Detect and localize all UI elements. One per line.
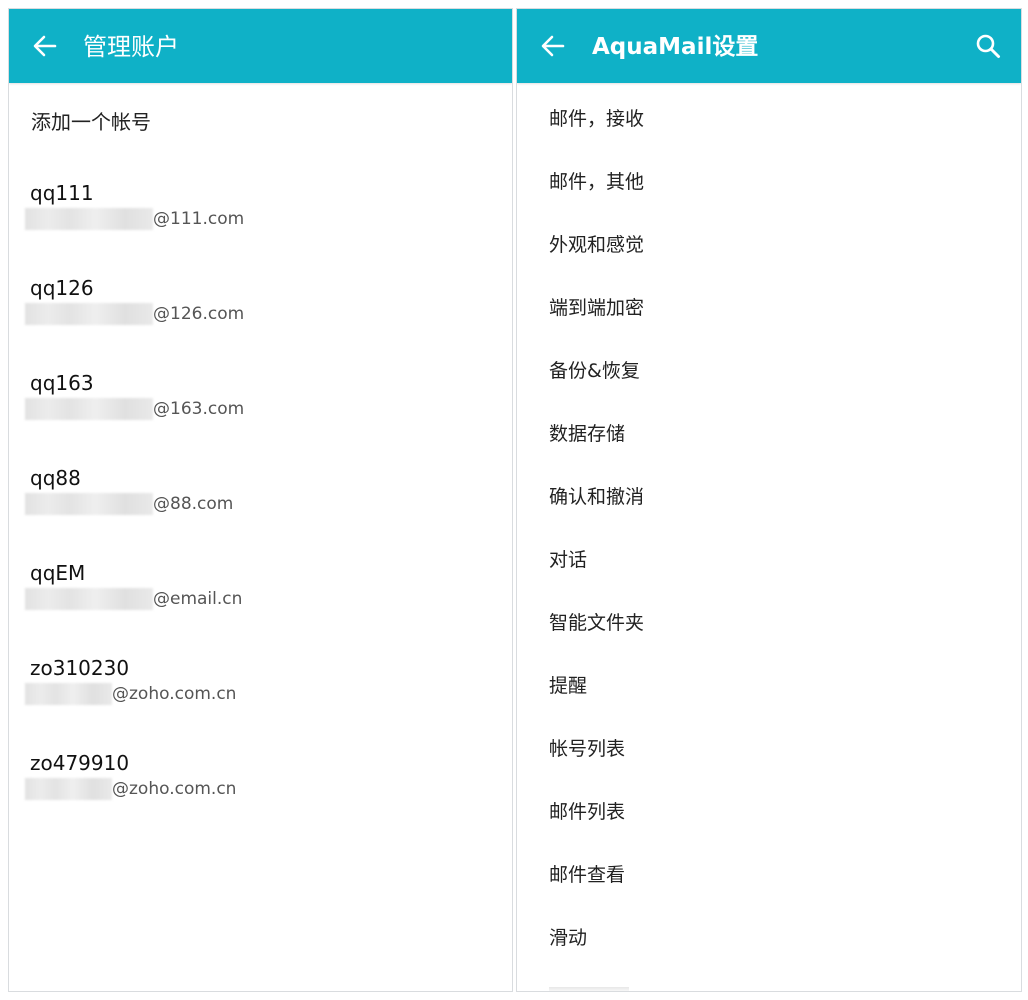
account-name: qq163 xyxy=(30,371,94,395)
account-name: qq126 xyxy=(30,276,94,300)
arrow-left-icon[interactable] xyxy=(31,32,59,60)
settings-item-look-and-feel[interactable]: 外观和感觉 xyxy=(549,225,644,265)
redacted-username xyxy=(25,778,112,800)
aquamail-settings-panel: AquaMail设置 邮件，接收 邮件，其他 外观和感觉 端到端加密 备份&恢复… xyxy=(516,8,1022,992)
redacted-username xyxy=(25,493,153,515)
manage-accounts-panel: 管理账户 添加一个帐号 qq111 @111.com qq126 @126.co… xyxy=(8,8,513,992)
account-domain: @163.com xyxy=(153,399,245,419)
page-title: AquaMail设置 xyxy=(592,34,759,60)
add-account-button[interactable]: 添加一个帐号 xyxy=(31,106,151,135)
settings-item-message-list[interactable]: 邮件列表 xyxy=(549,792,625,832)
settings-item-swipe[interactable]: 滑动 xyxy=(549,918,587,958)
settings-item-backup-restore[interactable]: 备份&恢复 xyxy=(549,351,640,391)
account-domain: @111.com xyxy=(153,209,245,229)
account-name: qqEM xyxy=(30,561,86,585)
account-name: zo479910 xyxy=(30,751,130,775)
account-domain: @email.cn xyxy=(153,589,243,609)
redacted-username xyxy=(25,303,153,325)
manage-accounts-appbar: 管理账户 xyxy=(9,9,512,83)
settings-item-partially-visible xyxy=(549,987,629,991)
settings-item-e2e-encryption[interactable]: 端到端加密 xyxy=(549,288,644,328)
account-item[interactable]: zo310230 @zoho.com.cn xyxy=(9,655,512,735)
account-item[interactable]: qq88 @88.com xyxy=(9,465,512,545)
account-item[interactable]: qq111 @111.com xyxy=(9,180,512,260)
redacted-username xyxy=(25,208,153,230)
account-domain: @zoho.com.cn xyxy=(112,684,237,704)
account-item[interactable]: qqEM @email.cn xyxy=(9,560,512,640)
settings-item-smart-folders[interactable]: 智能文件夹 xyxy=(549,603,644,643)
settings-item-mail-other[interactable]: 邮件，其他 xyxy=(549,162,644,202)
account-domain: @126.com xyxy=(153,304,245,324)
settings-appbar: AquaMail设置 xyxy=(517,9,1021,83)
settings-item-message-view[interactable]: 邮件查看 xyxy=(549,855,625,895)
account-domain: @zoho.com.cn xyxy=(112,779,237,799)
settings-item-mail-receive[interactable]: 邮件，接收 xyxy=(549,99,644,139)
settings-item-account-list[interactable]: 帐号列表 xyxy=(549,729,625,769)
redacted-username xyxy=(25,588,153,610)
redacted-username xyxy=(25,683,112,705)
account-item[interactable]: zo479910 @zoho.com.cn xyxy=(9,750,512,830)
settings-item-conversations[interactable]: 对话 xyxy=(549,540,587,580)
account-domain: @88.com xyxy=(153,494,234,514)
arrow-left-icon[interactable] xyxy=(539,32,567,60)
page-title: 管理账户 xyxy=(83,33,179,61)
settings-item-reminders[interactable]: 提醒 xyxy=(549,666,587,706)
redacted-username xyxy=(25,398,153,420)
account-name: qq111 xyxy=(30,181,94,205)
account-item[interactable]: qq126 @126.com xyxy=(9,275,512,355)
search-icon[interactable] xyxy=(975,33,1001,59)
account-item[interactable]: qq163 @163.com xyxy=(9,370,512,450)
account-name: qq88 xyxy=(30,466,81,490)
account-name: zo310230 xyxy=(30,656,130,680)
settings-item-data-storage[interactable]: 数据存储 xyxy=(549,414,625,454)
settings-item-confirm-undo[interactable]: 确认和撤消 xyxy=(549,477,644,517)
